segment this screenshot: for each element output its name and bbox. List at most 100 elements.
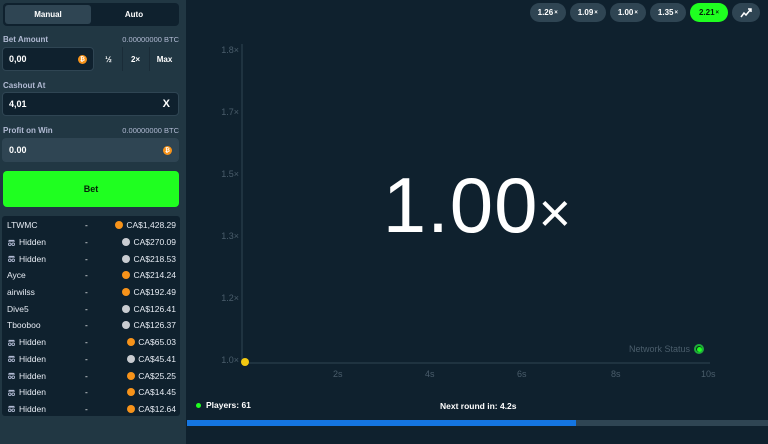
player-bet: CA$45.41 (113, 354, 176, 364)
profit-field: 0.00 ₿ (2, 138, 179, 162)
players-count-text: Players: 61 (206, 400, 251, 410)
player-cashout: - (85, 253, 88, 264)
incognito-icon (8, 239, 15, 246)
player-cashout: - (85, 270, 88, 281)
player-row[interactable]: Hidden - CA$45.41 (2, 351, 180, 368)
clear-cashout-icon[interactable]: X (163, 98, 170, 110)
cashout-row: 4,01 X (2, 92, 179, 116)
bet-amount-row: 0,00 ₿ ½ 2× Max (2, 47, 179, 71)
profit-row: 0.00 ₿ (2, 138, 179, 162)
network-status[interactable]: Network Status (629, 344, 705, 354)
player-bet: CA$126.37 (113, 320, 176, 330)
player-cashout: - (85, 320, 88, 331)
player-bet: CA$14.45 (113, 387, 176, 397)
half-bet-button[interactable]: ½ (96, 47, 121, 71)
player-bet: CA$25.25 (113, 371, 176, 381)
player-cashout: - (85, 403, 88, 414)
cashout-header: Cashout At (3, 81, 179, 90)
player-bet: CA$192.49 (113, 287, 176, 297)
coin-icon (122, 321, 131, 330)
player-cashout: - (85, 353, 88, 364)
incognito-icon (8, 389, 15, 396)
incognito-icon (8, 356, 15, 363)
tab-auto[interactable]: Auto (91, 5, 177, 24)
cashout-label: Cashout At (3, 81, 46, 90)
player-name: Hidden (7, 254, 85, 264)
player-row[interactable]: airwilss - CA$192.49 (2, 284, 180, 301)
x-tick-label: 10s (701, 369, 716, 379)
current-multiplier: 1.00× (187, 160, 768, 251)
player-bet: CA$65.03 (113, 337, 176, 347)
profit-header: Profit on Win 0.00000000 BTC (3, 126, 179, 135)
double-bet-button[interactable]: 2× (122, 47, 148, 71)
player-row[interactable]: Hidden - CA$218.53 (2, 250, 180, 267)
player-cashout: - (85, 303, 88, 314)
y-tick-label: 1.0× (221, 355, 239, 365)
coin-icon (122, 288, 131, 297)
btc-coin-icon: ₿ (78, 55, 87, 64)
coin-icon (127, 354, 136, 363)
player-row[interactable]: Dive5 - CA$126.41 (2, 300, 180, 317)
player-row[interactable]: Ayce - CA$214.24 (2, 267, 180, 284)
profit-value: 0.00 (9, 145, 27, 155)
x-tick-label: 6s (517, 369, 527, 379)
player-name: Hidden (7, 387, 85, 397)
player-bet: CA$12.64 (113, 404, 176, 414)
player-bet: CA$126.41 (113, 304, 176, 314)
player-bet: CA$1,428.29 (113, 220, 176, 230)
btc-coin-icon: ₿ (163, 146, 172, 155)
x-tick-label: 8s (611, 369, 621, 379)
player-row[interactable]: Hidden - CA$25.25 (2, 367, 180, 384)
incognito-icon (8, 256, 15, 263)
player-row[interactable]: Hidden - CA$270.09 (2, 234, 180, 251)
y-tick-label: 1.8× (221, 45, 239, 55)
player-name: airwilss (7, 287, 35, 298)
network-status-icon (694, 344, 705, 354)
bet-button[interactable]: Bet (3, 171, 179, 207)
bet-amount-value: 0,00 (9, 54, 27, 64)
coin-icon (122, 304, 131, 313)
player-row[interactable]: Hidden - CA$14.45 (2, 384, 180, 401)
profit-balance: 0.00000000 BTC (122, 126, 179, 135)
player-cashout: - (85, 370, 88, 381)
cashout-input[interactable]: 4,01 X (2, 92, 179, 116)
incognito-icon (8, 339, 15, 346)
mode-toggle: Manual Auto (3, 3, 179, 26)
player-cashout: - (85, 387, 88, 398)
player-name: Ayce (7, 270, 26, 281)
player-row[interactable]: LTWMC - CA$1,428.29 (2, 217, 180, 234)
player-name: Dive5 (7, 303, 29, 314)
network-status-label: Network Status (629, 344, 691, 354)
bet-panel: Manual Auto Bet Amount 0.00000000 BTC 0,… (0, 0, 186, 444)
coin-icon (127, 388, 136, 397)
bet-amount-label: Bet Amount (3, 35, 49, 44)
y-tick-label: 1.7× (221, 107, 239, 117)
player-bet: CA$218.53 (113, 254, 176, 264)
player-name: Hidden (7, 371, 85, 381)
player-row[interactable]: Tbooboo - CA$126.37 (2, 317, 180, 334)
online-dot-icon (196, 402, 201, 408)
player-cashout: - (85, 337, 88, 348)
player-name: Hidden (7, 237, 85, 247)
multiplier-suffix: × (538, 181, 573, 244)
player-cashout: - (85, 237, 88, 248)
tab-manual[interactable]: Manual (5, 5, 91, 24)
players-list: LTWMC - CA$1,428.29 Hidden - CA$270.09 Hidden -… (2, 216, 180, 416)
player-row[interactable]: Hidden - CA$65.03 (2, 334, 180, 351)
player-name: Hidden (7, 354, 85, 364)
x-tick-label: 4s (425, 369, 435, 379)
incognito-icon (8, 406, 15, 413)
profit-label: Profit on Win (3, 126, 53, 135)
bet-amount-balance: 0.00000000 BTC (122, 35, 179, 44)
coin-icon (122, 254, 131, 263)
coin-icon (127, 371, 136, 380)
player-bet: CA$270.09 (113, 237, 176, 247)
max-bet-button[interactable]: Max (149, 47, 179, 71)
bet-amount-input[interactable]: 0,00 ₿ (2, 47, 94, 71)
cashout-value: 4,01 (9, 99, 27, 109)
player-name: Hidden (7, 404, 85, 414)
player-name: Tbooboo (7, 320, 41, 331)
round-progress-fill (187, 420, 577, 426)
bet-amount-header: Bet Amount 0.00000000 BTC (3, 35, 179, 44)
player-row[interactable]: Hidden - CA$12.64 (2, 401, 180, 418)
